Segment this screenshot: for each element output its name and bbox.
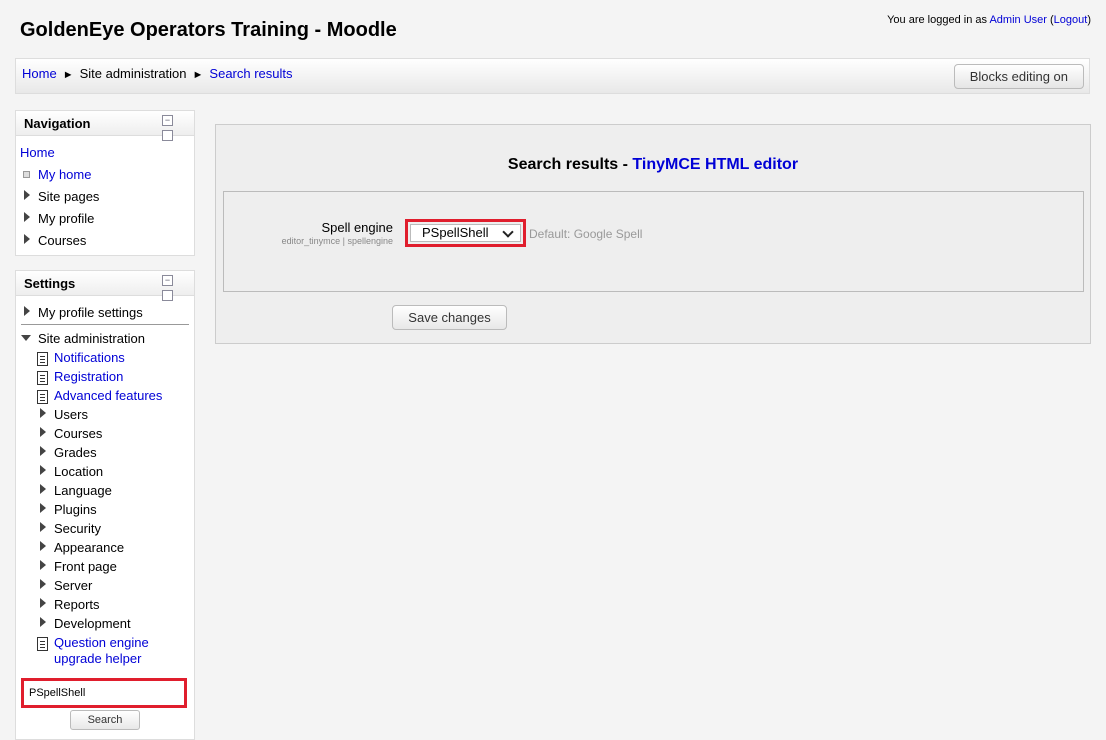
navigation-block-header: Navigation − bbox=[16, 111, 194, 141]
divider bbox=[21, 324, 189, 325]
settings-grades[interactable]: Grades bbox=[54, 445, 97, 460]
default-value-text: Default: Google Spell bbox=[529, 227, 643, 241]
settings-notifications-link[interactable]: Notifications bbox=[54, 350, 125, 365]
user-profile-link[interactable]: Admin User bbox=[989, 14, 1046, 26]
admin-search-input[interactable] bbox=[27, 684, 181, 702]
tinymce-editor-link[interactable]: TinyMCE HTML editor bbox=[632, 156, 798, 173]
block-controls[interactable]: − bbox=[162, 275, 184, 301]
settings-language[interactable]: Language bbox=[54, 483, 112, 498]
settings-my-profile-settings[interactable]: My profile settings bbox=[38, 305, 143, 320]
settings-courses[interactable]: Courses bbox=[54, 426, 102, 441]
settings-advanced-features-link[interactable]: Advanced features bbox=[54, 388, 162, 403]
dock-icon[interactable] bbox=[162, 290, 173, 301]
highlight-box: PSpellShell bbox=[405, 219, 526, 247]
block-controls[interactable]: − bbox=[162, 115, 184, 141]
expand-arrow-icon[interactable] bbox=[40, 598, 46, 608]
logout-link[interactable]: Logout bbox=[1054, 14, 1088, 26]
nav-my-profile[interactable]: My profile bbox=[38, 211, 94, 226]
nav-site-pages[interactable]: Site pages bbox=[38, 189, 99, 204]
settings-fieldset: Spell engine editor_tinymce | spellengin… bbox=[223, 191, 1084, 292]
settings-question-engine-link[interactable]: Question engine bbox=[54, 635, 149, 650]
expand-arrow-icon[interactable] bbox=[24, 212, 30, 222]
admin-search-button[interactable]: Search bbox=[70, 710, 140, 730]
expand-arrow-icon[interactable] bbox=[40, 484, 46, 494]
breadcrumb-search-results[interactable]: Search results bbox=[209, 66, 292, 81]
expand-arrow-icon[interactable] bbox=[24, 234, 30, 244]
breadcrumb-separator: ► bbox=[62, 69, 74, 81]
expand-arrow-icon[interactable] bbox=[40, 427, 46, 437]
chevron-down-icon bbox=[502, 226, 514, 238]
expand-arrow-icon[interactable] bbox=[40, 617, 46, 627]
settings-users[interactable]: Users bbox=[54, 407, 88, 422]
expand-arrow-icon[interactable] bbox=[40, 446, 46, 456]
site-title: GoldenEye Operators Training - Moodle bbox=[20, 19, 397, 41]
settings-block: Settings − My profile settings Site admi… bbox=[15, 270, 195, 740]
settings-development[interactable]: Development bbox=[54, 616, 131, 631]
settings-site-administration[interactable]: Site administration bbox=[38, 331, 145, 346]
settings-question-engine-link[interactable]: upgrade helper bbox=[54, 651, 141, 666]
breadcrumb-site-admin: Site administration bbox=[79, 66, 187, 81]
settings-front-page[interactable]: Front page bbox=[54, 559, 117, 574]
spell-engine-label: Spell engine bbox=[321, 220, 393, 235]
expand-arrow-icon[interactable] bbox=[24, 190, 30, 200]
heading-prefix: Search results - bbox=[507, 156, 633, 173]
settings-block-header: Settings − bbox=[16, 271, 194, 301]
dock-icon[interactable] bbox=[162, 130, 173, 141]
settings-block-title: Settings bbox=[24, 276, 76, 291]
collapse-icon[interactable]: − bbox=[162, 115, 173, 126]
spell-engine-setting-id: editor_tinymce | spellengine bbox=[281, 236, 393, 246]
select-value: PSpellShell bbox=[422, 225, 489, 240]
settings-location[interactable]: Location bbox=[54, 464, 103, 479]
breadcrumb-separator: ► bbox=[192, 69, 204, 81]
search-results-panel: Search results - TinyMCE HTML editor Spe… bbox=[215, 124, 1091, 344]
page-title: Search results - TinyMCE HTML editor bbox=[216, 156, 1090, 174]
navigation-block-title: Navigation bbox=[24, 116, 91, 131]
settings-appearance[interactable]: Appearance bbox=[54, 540, 124, 555]
collapse-icon[interactable]: − bbox=[162, 275, 173, 286]
settings-server[interactable]: Server bbox=[54, 578, 92, 593]
settings-plugins[interactable]: Plugins bbox=[54, 502, 97, 517]
page-icon bbox=[37, 637, 48, 651]
settings-security[interactable]: Security bbox=[54, 521, 101, 536]
bullet-icon bbox=[23, 171, 30, 178]
login-info: You are logged in as Admin User (Logout) bbox=[887, 14, 1091, 26]
expand-arrow-icon[interactable] bbox=[40, 560, 46, 570]
breadcrumb-home[interactable]: Home bbox=[22, 66, 57, 81]
navigation-block: Navigation − Home My home Site pages My … bbox=[15, 110, 195, 256]
admin-search-box bbox=[21, 678, 187, 708]
page-icon bbox=[37, 352, 48, 366]
expand-arrow-icon[interactable] bbox=[40, 522, 46, 532]
spell-engine-select[interactable]: PSpellShell bbox=[410, 224, 521, 242]
expand-arrow-icon[interactable] bbox=[40, 579, 46, 589]
settings-reports[interactable]: Reports bbox=[54, 597, 100, 612]
nav-my-home[interactable]: My home bbox=[38, 167, 91, 182]
expand-arrow-icon[interactable] bbox=[40, 541, 46, 551]
expand-arrow-icon[interactable] bbox=[40, 408, 46, 418]
nav-home-link[interactable]: Home bbox=[20, 145, 55, 160]
collapse-arrow-icon[interactable] bbox=[21, 335, 31, 341]
blocks-editing-button[interactable]: Blocks editing on bbox=[953, 64, 1084, 89]
settings-registration-link[interactable]: Registration bbox=[54, 369, 123, 384]
expand-arrow-icon[interactable] bbox=[40, 503, 46, 513]
page-icon bbox=[37, 390, 48, 404]
nav-courses[interactable]: Courses bbox=[38, 233, 86, 248]
save-changes-button[interactable]: Save changes bbox=[392, 305, 507, 330]
breadcrumb: Home ► Site administration ► Search results bbox=[22, 66, 293, 81]
login-prefix: You are logged in as bbox=[887, 14, 990, 26]
expand-arrow-icon[interactable] bbox=[24, 306, 30, 316]
navbar: Home ► Site administration ► Search results … bbox=[15, 58, 1090, 94]
expand-arrow-icon[interactable] bbox=[40, 465, 46, 475]
page-icon bbox=[37, 371, 48, 385]
